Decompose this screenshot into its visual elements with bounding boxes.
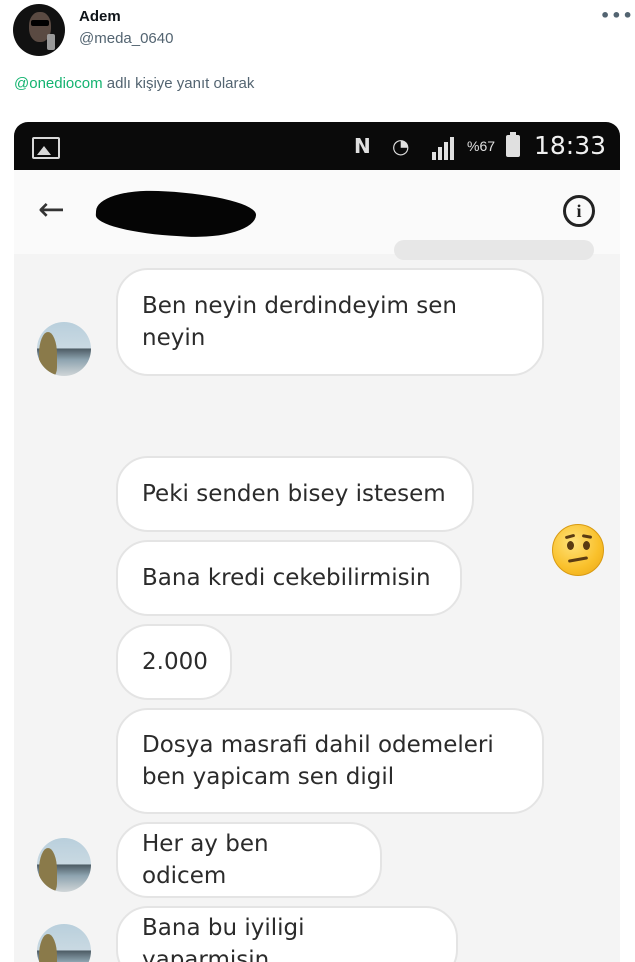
message-bubble[interactable]: Bana kredi cekebilirmisin	[116, 540, 462, 616]
info-icon[interactable]: i	[563, 195, 595, 227]
message-bubble[interactable]: Dosya masrafi dahil odemeleri ben yapica…	[116, 708, 544, 814]
message-bubble[interactable]: Peki senden bisey istesem	[116, 456, 474, 532]
contact-name-redaction	[94, 187, 258, 241]
gallery-icon	[32, 137, 60, 159]
avatar-sunglasses	[31, 20, 49, 26]
message-thread[interactable]: Ben neyin derdindeyim sen neyin Peki sen…	[14, 240, 620, 962]
message-bubble[interactable]: Her ay ben odicem	[116, 822, 382, 898]
status-clock: 18:33	[534, 131, 607, 160]
contact-avatar[interactable]	[37, 924, 91, 962]
author-handle[interactable]: @meda_0640	[79, 30, 173, 47]
message-bubble[interactable]: Ben neyin derdindeyim sen neyin	[116, 268, 544, 376]
status-bar: N ◔ %67 18:33	[14, 122, 620, 170]
wifi-icon: ◔	[392, 134, 410, 158]
nfc-icon: N	[354, 134, 371, 158]
more-options-icon[interactable]: •••	[600, 6, 633, 26]
author-avatar[interactable]	[13, 4, 65, 56]
contact-avatar[interactable]	[37, 838, 91, 892]
back-arrow-icon[interactable]: ←	[38, 192, 72, 226]
previous-message-edge	[394, 240, 594, 260]
reply-context: @onediocom adlı kişiye yanıt olarak	[14, 75, 254, 92]
battery-charging-icon	[506, 132, 520, 157]
message-bubble[interactable]: 2.000	[116, 624, 232, 700]
battery-percent: %67	[467, 138, 496, 154]
attached-screenshot[interactable]: N ◔ %67 18:33 ← i Ben neyin derdindeyim …	[14, 122, 620, 962]
signal-icon	[432, 134, 458, 160]
reply-mention-link[interactable]: @onediocom	[14, 75, 103, 92]
reply-context-text: adlı kişiye yanıt olarak	[102, 75, 255, 92]
avatar-microphone	[47, 34, 55, 50]
confused-face-emoji[interactable]	[552, 524, 604, 576]
contact-avatar[interactable]	[37, 322, 91, 376]
message-bubble[interactable]: Bana bu iyiligi yaparmisin	[116, 906, 458, 962]
author-name[interactable]: Adem	[79, 8, 121, 25]
